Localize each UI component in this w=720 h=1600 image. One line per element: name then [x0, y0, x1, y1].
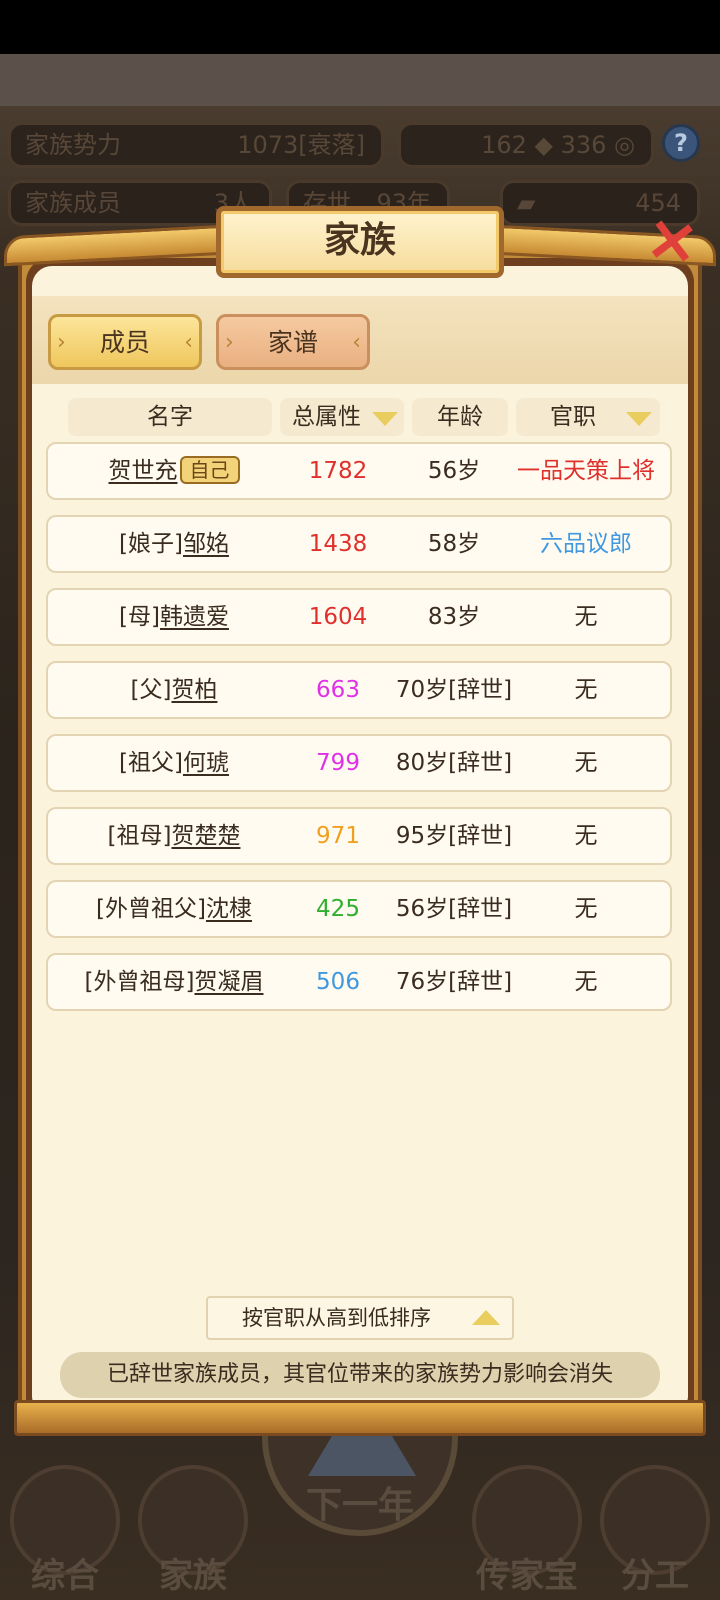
tab-members[interactable]: › 成员 ‹	[48, 314, 202, 370]
member-attr: 1438	[308, 531, 368, 557]
member-row[interactable]: [祖父]何琥 799 80岁[辞世] 无	[46, 734, 672, 792]
nav-item-division[interactable]: 分工	[590, 1420, 720, 1600]
currency-pill: 162 ◆ 336 ◎	[398, 122, 654, 168]
sort-up-icon	[472, 1310, 500, 1325]
member-attr: 425	[316, 896, 360, 922]
member-relation: [母]	[119, 604, 160, 630]
member-name-link[interactable]: 贺楚楚	[171, 823, 240, 849]
family-power-status: [衰落]	[298, 131, 365, 159]
family-members-label: 家族成员	[25, 189, 121, 217]
tab-genealogy[interactable]: › 家谱 ‹	[216, 314, 370, 370]
member-name-cell: [外曾祖母]贺凝眉	[48, 955, 300, 1009]
member-relation: [娘子]	[119, 531, 183, 557]
member-name-cell: [娘子]邹姳	[48, 517, 300, 571]
member-office: 六品议郎	[540, 531, 632, 557]
currency-1-value: 162	[481, 131, 527, 159]
member-attr: 799	[316, 750, 360, 776]
member-row[interactable]: [外曾祖父]沈棣 425 56岁[辞世] 无	[46, 880, 672, 938]
member-name-cell: [祖父]何琥	[48, 736, 300, 790]
member-attr: 663	[316, 677, 360, 703]
member-row[interactable]: [外曾祖母]贺凝眉 506 76岁[辞世] 无	[46, 953, 672, 1011]
help-icon[interactable]: ?	[662, 124, 700, 162]
member-row[interactable]: 贺世充 自己 1782 56岁 一品天策上将	[46, 442, 672, 500]
column-header-name: 名字	[68, 398, 272, 436]
member-name-link[interactable]: 沈棣	[206, 896, 252, 922]
family-power-pill: 家族势力 1073[衰落]	[8, 122, 384, 168]
chevron-right-icon: ‹	[184, 330, 193, 355]
sort-down-icon	[372, 412, 398, 426]
self-badge: 自己	[179, 455, 240, 484]
member-name-link[interactable]: 邹姳	[183, 531, 229, 557]
chevron-left-icon: ›	[57, 330, 66, 355]
member-attr: 1782	[308, 458, 368, 484]
modal-title: 家族	[216, 206, 504, 278]
member-name-cell: [祖母]贺楚楚	[48, 809, 300, 863]
member-row[interactable]: [母]韩遗爱 1604 83岁无	[46, 588, 672, 646]
column-header-office[interactable]: 官职	[516, 398, 660, 436]
column-header-age: 年龄	[412, 398, 508, 436]
member-office: 无	[574, 750, 598, 776]
member-relation: [祖父]	[119, 750, 183, 776]
member-office: 无	[574, 604, 598, 630]
member-relation: [祖母]	[107, 823, 172, 849]
family-power-label: 家族势力	[25, 131, 121, 159]
member-name-link[interactable]: 贺凝眉	[194, 969, 263, 995]
sort-down-icon	[626, 412, 652, 426]
chevron-left-icon: ›	[225, 330, 234, 355]
member-office: 无	[574, 969, 598, 995]
member-row[interactable]: [祖母]贺楚楚 971 95岁[辞世] 无	[46, 807, 672, 865]
member-office: 无	[574, 823, 598, 849]
member-name-cell: 贺世充 自己	[48, 444, 300, 498]
member-relation: [外曾祖母]	[84, 969, 195, 995]
member-office: 一品天策上将	[517, 458, 655, 484]
currency-2-value: 336	[560, 131, 607, 159]
top-strip	[0, 54, 720, 106]
nav-item-family[interactable]: 家族	[128, 1420, 258, 1600]
column-header-attr[interactable]: 总属性	[280, 398, 404, 436]
gold-ingot-icon: ▰	[517, 189, 536, 217]
nav-item-overview[interactable]: 综合	[0, 1420, 130, 1600]
close-button[interactable]: ×	[640, 200, 704, 281]
member-relation: [父]	[130, 677, 172, 703]
member-office: 无	[574, 896, 598, 922]
member-relation: [外曾祖父]	[96, 896, 206, 922]
nav-item-heirloom[interactable]: 传家宝	[462, 1420, 592, 1600]
member-name-cell: [母]韩遗爱	[48, 590, 300, 644]
system-status-bar	[0, 0, 720, 54]
member-attr: 971	[316, 823, 360, 849]
member-attr: 1604	[308, 604, 368, 630]
member-office: 无	[574, 677, 598, 703]
sort-order-button[interactable]: 按官职从高到低排序	[206, 1296, 514, 1340]
member-row[interactable]: [娘子]邹姳 1438 58岁 六品议郎	[46, 515, 672, 573]
family-power-value: 1073	[237, 131, 299, 159]
member-name-link[interactable]: 贺柏	[171, 677, 217, 703]
member-row[interactable]: [父]贺柏 663 70岁[辞世] 无	[46, 661, 672, 719]
member-name-link[interactable]: 韩遗爱	[160, 604, 229, 630]
member-attr: 506	[316, 969, 360, 995]
member-name-cell: [父]贺柏	[48, 663, 300, 717]
chevron-right-icon: ‹	[352, 330, 361, 355]
member-name-link[interactable]: 何琥	[183, 750, 229, 776]
next-year-label: 下一年	[305, 1485, 414, 1526]
member-name-cell: [外曾祖父]沈棣	[48, 882, 300, 936]
member-name-link[interactable]: 贺世充	[109, 458, 178, 484]
notice-text: 已辞世家族成员，其官位带来的家族势力影响会消失	[60, 1352, 660, 1398]
